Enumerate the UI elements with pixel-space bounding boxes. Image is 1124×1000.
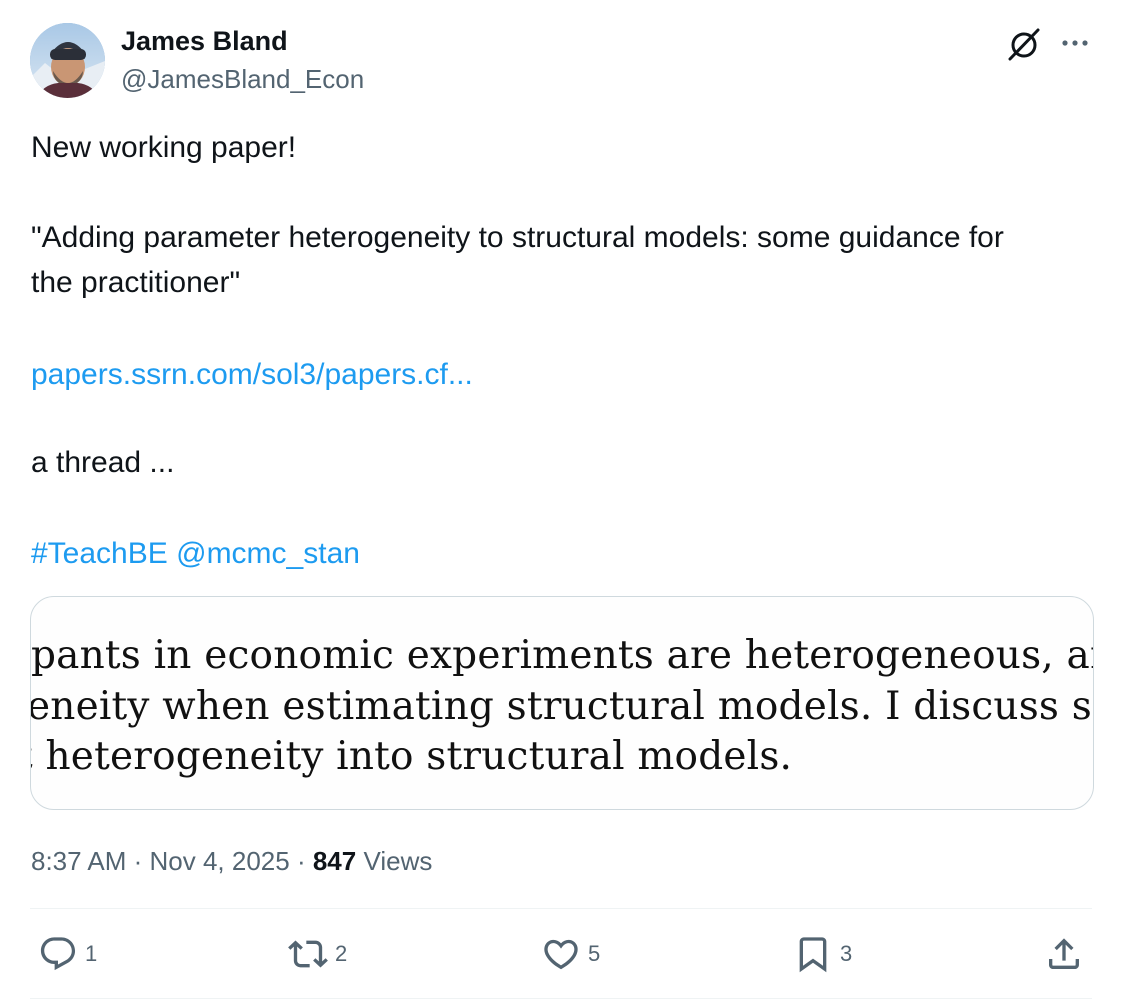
repost-icon — [288, 940, 328, 968]
tweet-text-line: "Adding parameter heterogeneity to struc… — [31, 221, 1004, 254]
views-count[interactable]: 847 — [313, 846, 356, 876]
hashtag-link[interactable]: #TeachBE — [31, 537, 168, 570]
author-display-name[interactable]: James Bland — [121, 26, 288, 57]
bookmark-count: 3 — [840, 941, 853, 966]
divider — [30, 908, 1092, 909]
mention-link[interactable]: @mcmc_stan — [176, 537, 360, 570]
reply-icon — [40, 937, 76, 971]
repost-button[interactable]: 2 — [288, 932, 347, 976]
tweet-tags-line: #TeachBE @mcmc_stan — [31, 537, 360, 571]
repost-count: 2 — [335, 941, 348, 966]
share-button[interactable] — [1044, 932, 1084, 976]
tweet-text-line: the practitioner" — [31, 266, 241, 299]
tweet-container: James Bland @JamesBland_Econ New working… — [0, 0, 1124, 1000]
like-count: 5 — [588, 941, 601, 966]
tweet-time[interactable]: 8:37 AM — [31, 846, 126, 876]
reply-count: 1 — [85, 941, 98, 966]
bookmark-icon — [799, 937, 827, 973]
reply-button[interactable]: 1 — [38, 932, 97, 976]
views-label[interactable]: Views — [356, 846, 432, 876]
avatar[interactable] — [30, 23, 105, 98]
bookmark-button[interactable]: 3 — [793, 932, 852, 976]
media-text-line: pants in economic experiments are hetero… — [31, 633, 1094, 678]
media-text-line: t heterogeneity into structural models. — [30, 734, 793, 779]
divider — [30, 998, 1092, 999]
grok-icon[interactable] — [1004, 24, 1044, 64]
tweet-text-line: a thread ... — [31, 446, 175, 479]
author-handle[interactable]: @JamesBland_Econ — [121, 64, 364, 95]
tweet-date[interactable]: Nov 4, 2025 — [150, 846, 290, 876]
profile-photo — [30, 23, 105, 98]
tweet-text-line: New working paper! — [31, 131, 297, 164]
meta-separator: · — [126, 846, 150, 876]
tweet-meta: 8:37 AM · Nov 4, 2025 · 847 Views — [31, 846, 432, 877]
heart-icon — [544, 939, 578, 970]
paper-link[interactable]: papers.ssrn.com/sol3/papers.cf... — [31, 358, 473, 391]
tweet-link-line: papers.ssrn.com/sol3/papers.cf... — [31, 358, 473, 392]
share-icon — [1049, 938, 1079, 969]
like-button[interactable]: 5 — [541, 932, 600, 976]
meta-separator: · — [289, 846, 313, 876]
media-text-line: eneity when estimating structural models… — [30, 684, 1093, 729]
media-image[interactable]: pants in economic experiments are hetero… — [30, 596, 1094, 810]
more-icon[interactable] — [1058, 26, 1092, 60]
